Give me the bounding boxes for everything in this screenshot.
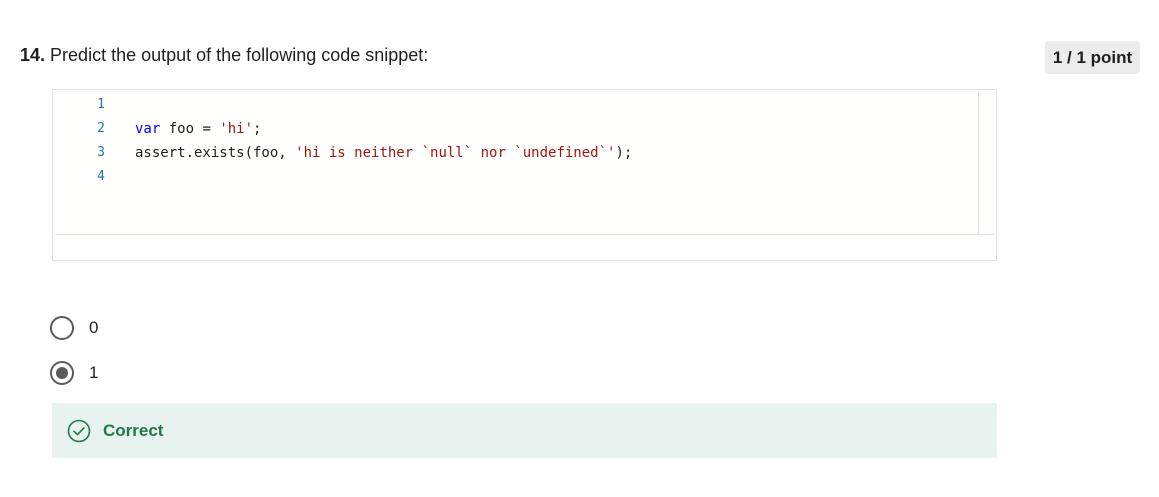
code-string: 'hi' — [219, 121, 254, 137]
check-circle-icon — [67, 419, 91, 442]
question-prompt: Predict the output of the following code… — [50, 45, 429, 65]
code-text: foo = — [160, 121, 220, 137]
question-header: 14. Predict the output of the following … — [20, 43, 428, 67]
feedback-banner: Correct — [52, 403, 997, 458]
points-badge: 1 / 1 point — [1045, 41, 1140, 74]
question-number: 14. — [20, 45, 46, 65]
answer-option[interactable]: 0 — [50, 316, 98, 340]
code-text: ; — [253, 121, 262, 137]
code-editor[interactable]: 1 2 3 4 var foo = 'hi'; assert.exists(fo… — [55, 92, 994, 235]
code-keyword: var — [135, 121, 161, 137]
option-label: 1 — [89, 363, 99, 382]
radio-dot — [55, 366, 68, 379]
code-string: 'hi is neither `null` nor `undefined`' — [295, 145, 616, 161]
line-number-gutter: 1 2 3 4 — [55, 92, 105, 234]
code-text: ); — [615, 145, 633, 161]
code-block: 1 2 3 4 var foo = 'hi'; assert.exists(fo… — [52, 89, 997, 261]
line-number: 1 — [97, 97, 105, 112]
answer-option[interactable]: 1 — [50, 361, 98, 385]
feedback-status: Correct — [103, 420, 164, 440]
line-number: 2 — [97, 121, 105, 136]
line-number: 4 — [97, 169, 105, 184]
code-text: assert.exists(foo, — [135, 145, 296, 161]
editor-scrollbar[interactable] — [978, 92, 994, 234]
code-line-2: var foo = 'hi'; — [135, 117, 261, 141]
code-line-3: assert.exists(foo, 'hi is neither `null`… — [135, 141, 632, 165]
radio-button[interactable] — [50, 316, 74, 340]
line-number: 3 — [97, 145, 105, 160]
option-label: 0 — [89, 318, 99, 337]
radio-button-selected[interactable] — [50, 361, 74, 385]
